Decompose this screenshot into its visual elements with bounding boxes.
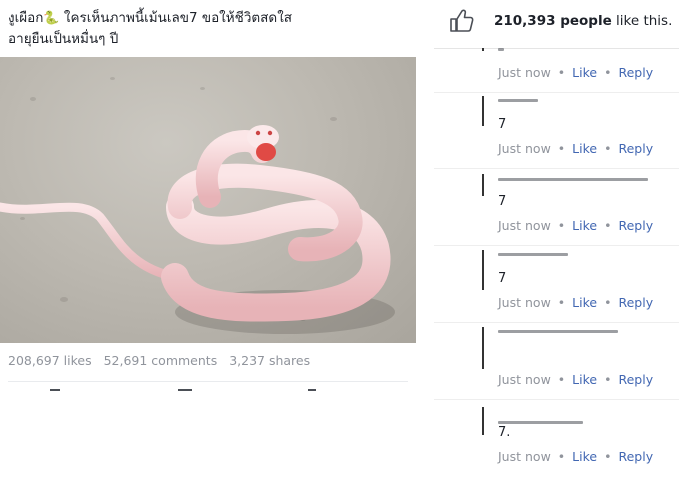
comment-like-link[interactable]: Like <box>572 218 597 233</box>
comment-like-link[interactable]: Like <box>572 295 597 310</box>
post-caption: งูเผือก🐍 ใครเห็นภาพนี้เม้นเลข7 ขอให้ชีวิ… <box>8 8 408 49</box>
caption-text-start: งูเผือก <box>8 10 44 26</box>
comments-count[interactable]: 52,691 comments <box>104 353 218 368</box>
comment-item: Just now • Like • Reply <box>434 324 679 401</box>
avatar[interactable] <box>482 250 484 290</box>
comment-item: 7 Just now • Like • Reply <box>434 247 679 324</box>
comment-text: 7 <box>498 117 507 132</box>
comment-reply-link[interactable]: Reply <box>618 295 653 310</box>
comment-divider <box>434 245 679 246</box>
commenter-name[interactable] <box>498 48 504 51</box>
likes-summary[interactable]: 210,393 people like this. <box>448 6 679 36</box>
comment-time: Just now <box>498 449 551 464</box>
comment-text: 7. <box>498 425 511 440</box>
comment-item: 7 Just now • Like • Reply <box>434 170 679 247</box>
comment-like-link[interactable]: Like <box>572 141 597 156</box>
comments-panel: 210,393 people like this. Just now • Like •… <box>434 0 679 481</box>
post-photo[interactable] <box>0 57 416 343</box>
comment-time: Just now <box>498 65 551 80</box>
comment-actions: Just now • Like • Reply <box>498 295 654 310</box>
comment-like-link[interactable]: Like <box>572 372 597 387</box>
comment-divider <box>434 168 679 169</box>
comment-reply-link[interactable]: Reply <box>618 449 653 464</box>
comment-actions: Just now • Like • Reply <box>498 449 654 464</box>
comment-actions: Just now • Like • Reply <box>498 218 654 233</box>
commenter-name[interactable] <box>498 421 583 424</box>
snake-emoji-icon: 🐍 <box>43 11 60 26</box>
albino-snake-image <box>0 125 395 334</box>
post-card: งูเผือก🐍 ใครเห็นภาพนี้เม้นเลข7 ขอให้ชีวิ… <box>0 0 416 481</box>
avatar[interactable] <box>482 96 484 126</box>
comment-item: 7. Just now • Like • Reply <box>434 401 679 478</box>
comment-time: Just now <box>498 372 551 387</box>
post-divider <box>8 381 408 382</box>
comment-time: Just now <box>498 141 551 156</box>
commenter-name[interactable] <box>498 253 568 256</box>
comment-reply-link[interactable]: Reply <box>618 65 653 80</box>
cutoff-action-bar <box>8 385 408 395</box>
comment-divider <box>434 399 679 400</box>
comment-actions: Just now • Like • Reply <box>498 372 654 387</box>
likes-total: 210,393 people <box>494 13 612 29</box>
comment-reply-link[interactable]: Reply <box>618 141 653 156</box>
likes-suffix: like this. <box>611 13 673 29</box>
comment-actions: Just now • Like • Reply <box>498 141 654 156</box>
avatar[interactable] <box>482 174 484 196</box>
comment-actions: Just now • Like • Reply <box>498 65 654 80</box>
shares-count[interactable]: 3,237 shares <box>229 353 310 368</box>
caption-text-rest: ใครเห็นภาพนี้เม้นเลข7 ขอให้ชีวิตสดใส <box>59 10 293 26</box>
comment-reply-link[interactable]: Reply <box>618 218 653 233</box>
post-stats: 208,697 likes 52,691 comments 3,237 shar… <box>8 353 318 368</box>
avatar[interactable] <box>482 48 484 51</box>
comment-text: 7 <box>498 194 507 209</box>
comment-reply-link[interactable]: Reply <box>618 372 653 387</box>
avatar[interactable] <box>482 407 484 435</box>
comment-item: 7 Just now • Like • Reply <box>434 93 679 170</box>
thumbs-up-icon <box>450 9 474 32</box>
comment-time: Just now <box>498 295 551 310</box>
commenter-name[interactable] <box>498 178 648 181</box>
commenter-name[interactable] <box>498 330 618 333</box>
commenter-name[interactable] <box>498 99 538 102</box>
comment-like-link[interactable]: Like <box>572 65 597 80</box>
comment-like-link[interactable]: Like <box>572 449 597 464</box>
comment-text: 7 <box>498 271 507 286</box>
likes-count[interactable]: 208,697 likes <box>8 353 92 368</box>
comment-time: Just now <box>498 218 551 233</box>
avatar[interactable] <box>482 327 484 369</box>
caption-text-line2: อายุยืนเป็นหมื่นๆ ปี <box>8 31 119 47</box>
comment-divider <box>434 322 679 323</box>
